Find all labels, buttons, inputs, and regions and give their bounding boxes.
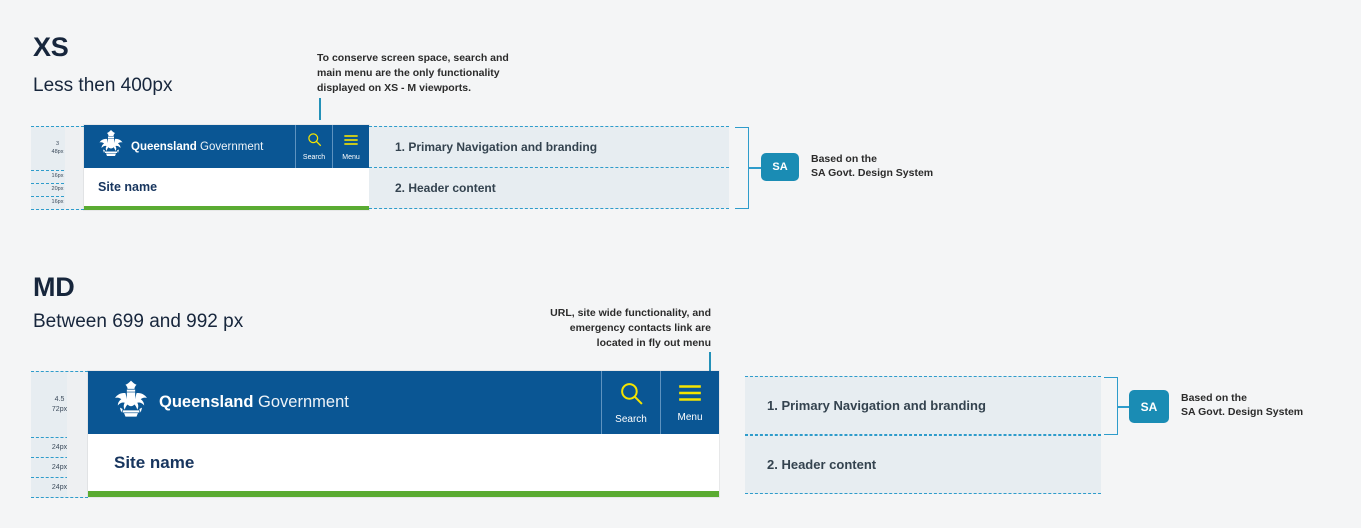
green-accent-bar-xs <box>84 206 369 210</box>
ruler-label: 20px <box>51 186 64 193</box>
annotation-stem-md <box>709 352 711 372</box>
bracket-xs <box>735 127 749 209</box>
callout-md-0: 1. Primary Navigation and branding <box>745 376 1101 435</box>
ruler-label: 24px <box>51 443 68 451</box>
menu-label-md: Menu <box>677 412 703 423</box>
ruler-label: 16px <box>51 199 64 206</box>
search-button-md[interactable]: Search <box>601 371 660 434</box>
sa-attribution-md: Based on the SA Govt. Design System <box>1181 392 1304 419</box>
search-icon <box>307 132 322 152</box>
brand-xs[interactable]: Queensland Government <box>84 125 295 168</box>
annotation-note-md: URL, site wide functionality, and emerge… <box>550 307 711 350</box>
sitebar-xs: Site name <box>84 168 369 206</box>
ruler-shade-md <box>67 372 88 497</box>
search-label-md: Search <box>615 413 647 425</box>
sa-badge-md: SA <box>1129 390 1169 423</box>
search-button-xs[interactable]: Search <box>295 125 332 168</box>
brand-light-xs: Government <box>200 140 264 153</box>
ruler-label: 4.5 72px <box>51 396 68 413</box>
brand-label-xs: Queensland Government <box>131 141 263 153</box>
ruler-label: 3 48px <box>51 141 64 155</box>
annotation-stem-xs <box>319 98 321 120</box>
header-mock-md: Queensland Government Search Menu Site n… <box>88 371 719 497</box>
annotation-note-xs: To conserve screen space, search and mai… <box>317 52 509 95</box>
callout-md-1: 2. Header content <box>745 435 1101 494</box>
ruler-label: 24px <box>51 483 68 491</box>
green-accent-bar-md <box>88 491 719 497</box>
site-name-md: Site name <box>114 452 195 472</box>
ruler-shade-xs <box>65 127 84 209</box>
menu-label-xs: Menu <box>342 153 360 161</box>
brand-label-md: Queensland Government <box>159 393 349 412</box>
brand-light-md: Government <box>258 393 349 411</box>
brand-bold-xs: Queensland <box>131 140 197 153</box>
ruler-label: 16px <box>51 173 64 180</box>
queensland-coat-of-arms-icon <box>113 379 149 426</box>
sa-badge-xs: SA <box>761 153 799 181</box>
navbar-xs: Queensland Government Search Menu <box>84 125 369 168</box>
ruler-label: 24px <box>51 463 68 471</box>
queensland-coat-of-arms-icon <box>98 129 124 164</box>
menu-button-xs[interactable]: Menu <box>332 125 369 168</box>
bracket-md <box>1104 377 1118 435</box>
brand-md[interactable]: Queensland Government <box>88 371 601 434</box>
search-icon <box>619 381 644 411</box>
menu-hamburger-icon <box>677 382 703 409</box>
section-subtitle-md: Between 699 and 992 px <box>33 311 244 332</box>
sa-attribution-xs: Based on the SA Govt. Design System <box>811 153 934 180</box>
menu-hamburger-icon <box>343 133 359 152</box>
menu-button-md[interactable]: Menu <box>660 371 719 434</box>
section-subtitle-xs: Less then 400px <box>33 75 173 96</box>
header-mock-xs: Queensland Government Search Menu Site n… <box>84 125 369 210</box>
section-title-xs: XS <box>33 32 69 62</box>
search-label-xs: Search <box>302 154 326 161</box>
site-name-xs: Site name <box>98 180 158 194</box>
sitebar-md: Site name <box>88 434 719 491</box>
brand-bold-md: Queensland <box>159 393 254 411</box>
callout-xs-0: 1. Primary Navigation and branding <box>369 126 729 168</box>
callout-xs-1: 2. Header content <box>369 167 729 209</box>
navbar-md: Queensland Government Search Menu <box>88 371 719 434</box>
section-title-md: MD <box>33 272 75 302</box>
